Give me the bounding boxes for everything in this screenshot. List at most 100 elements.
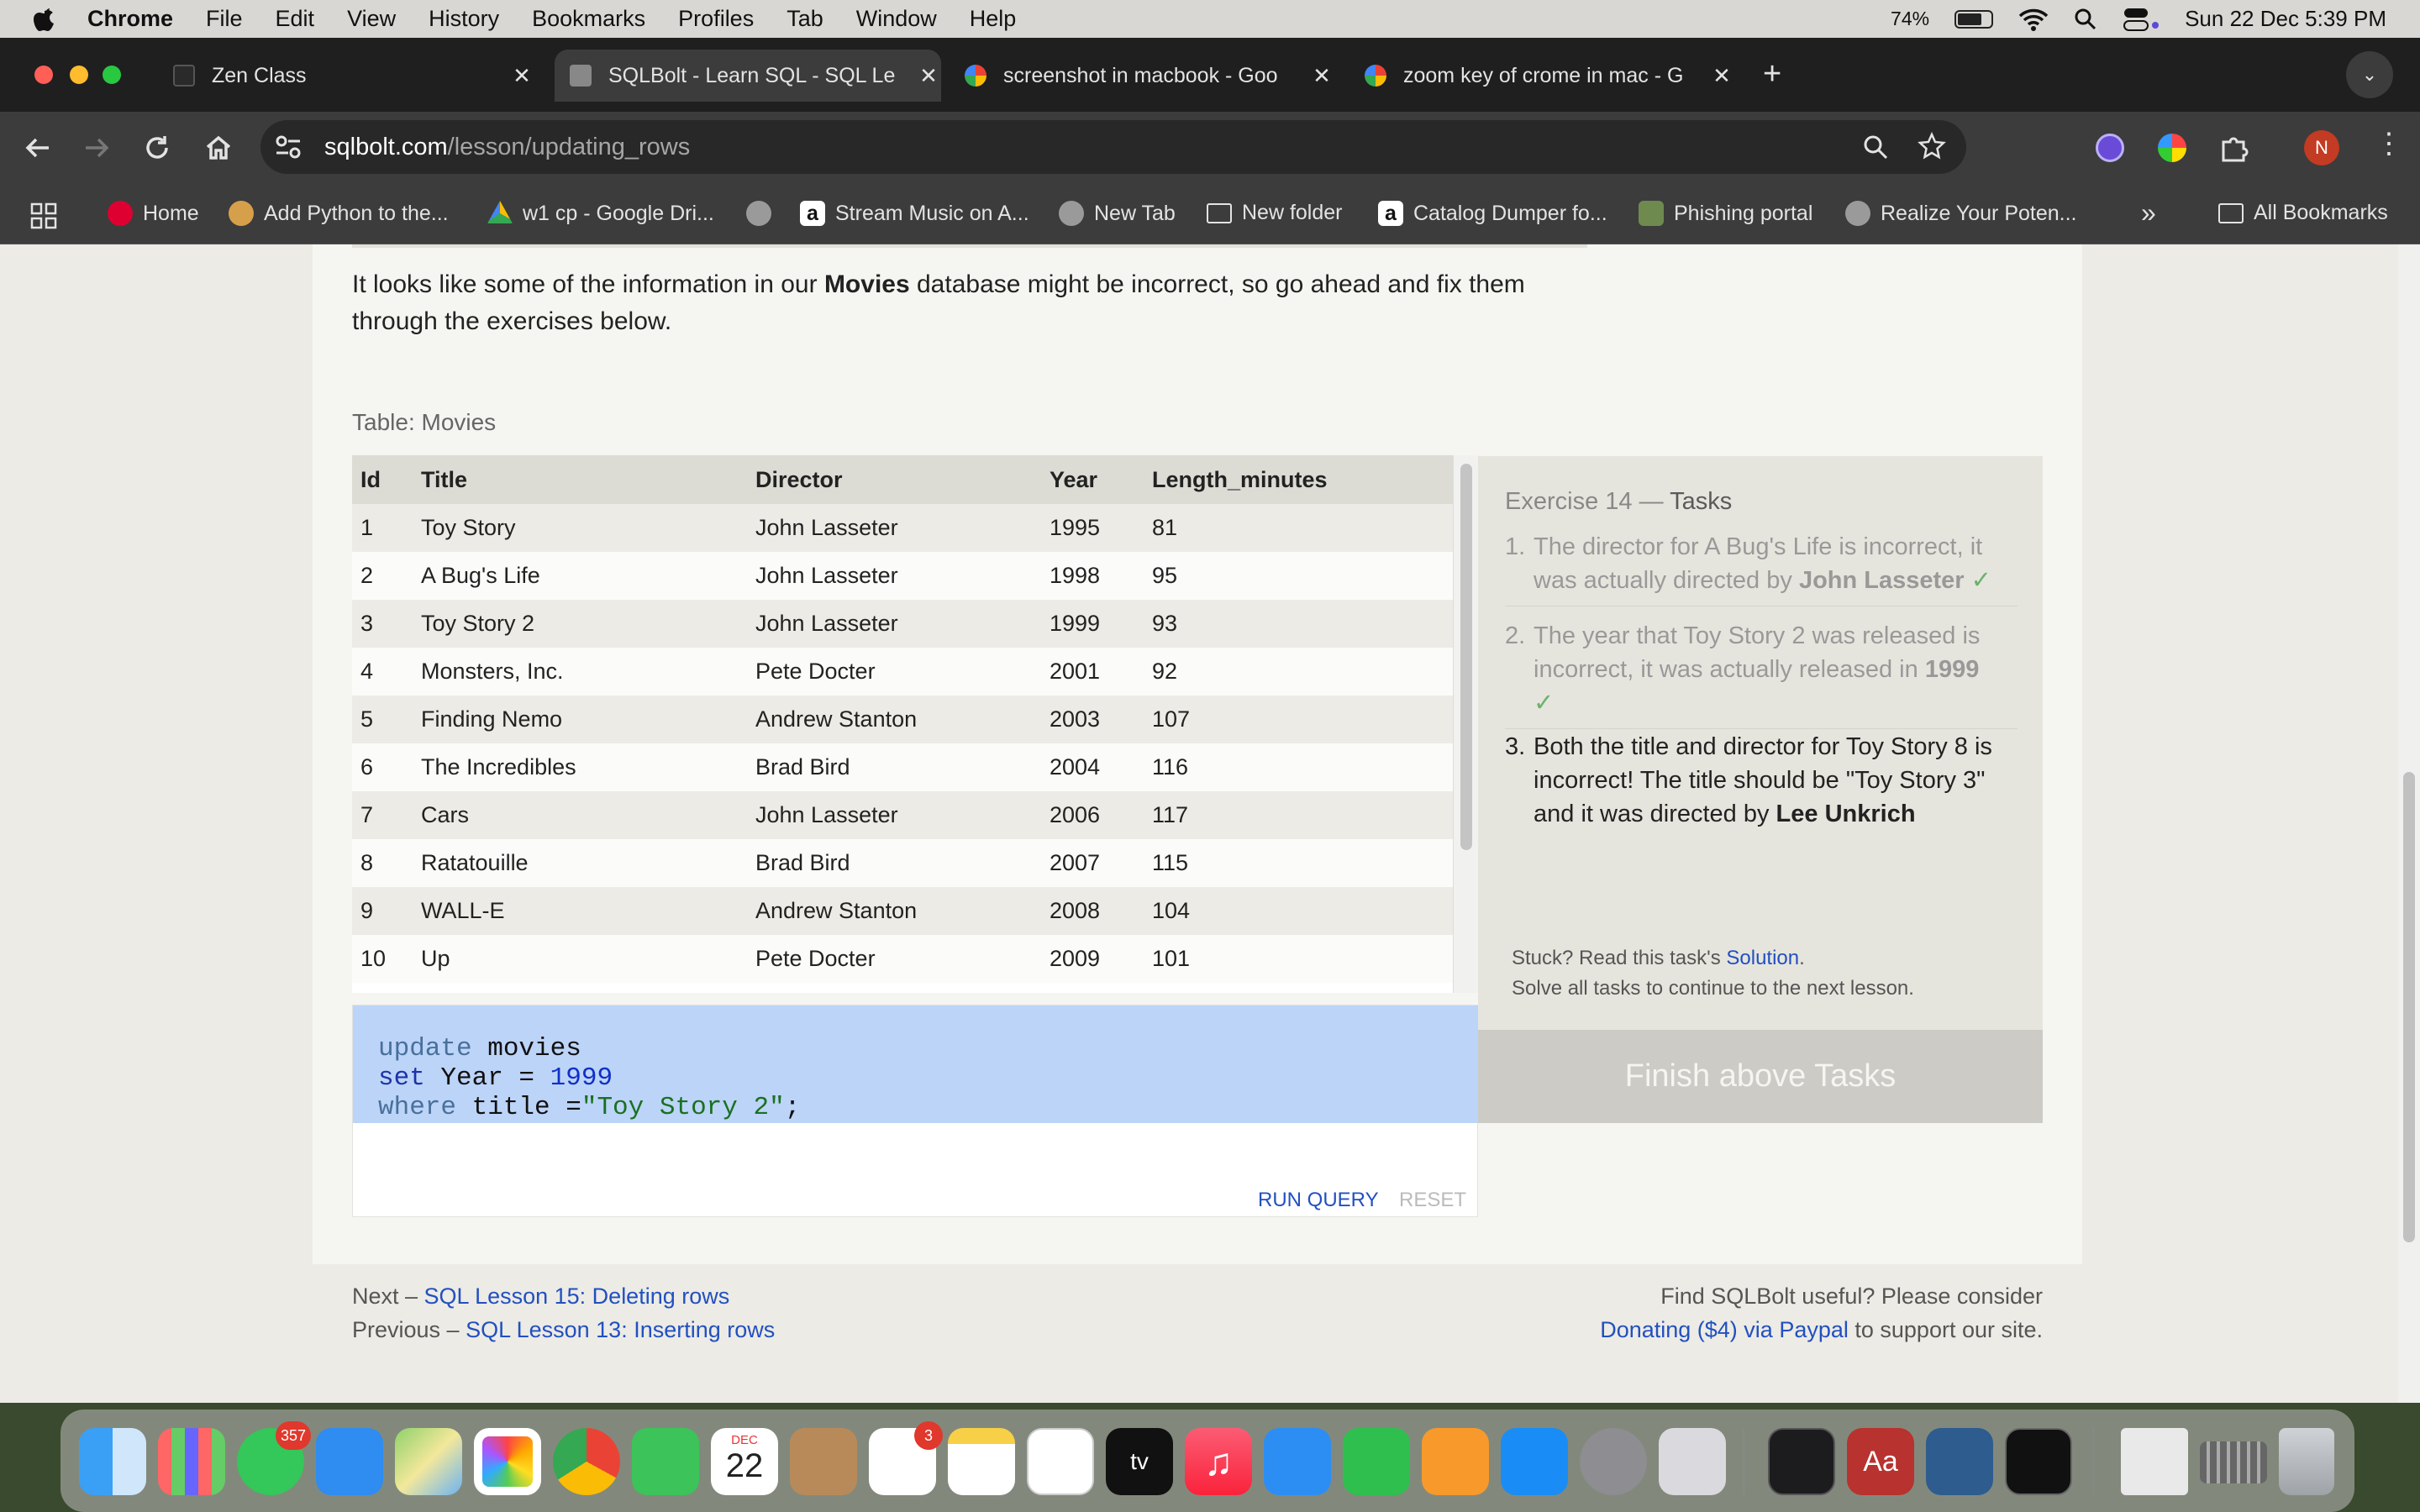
reminders-icon[interactable]: 3 (869, 1421, 943, 1495)
menubar-clock[interactable]: Sun 22 Dec 5:39 PM (2185, 6, 2386, 32)
numbers-icon[interactable] (1343, 1428, 1410, 1495)
zoom-magnifier-icon[interactable] (1862, 134, 1889, 160)
reload-icon[interactable] (143, 134, 171, 162)
solution-link[interactable]: Solution (1726, 947, 1799, 969)
freeform-icon[interactable] (1027, 1428, 1094, 1495)
tab-search-button[interactable]: ⌄ (2346, 51, 2393, 98)
menu-file[interactable]: File (206, 6, 243, 32)
query-editor[interactable]: update movies set Year = 1999 where titl… (352, 1005, 1479, 1217)
profile-avatar[interactable]: N (2304, 130, 2339, 165)
run-query-button[interactable]: RUN QUERY (1258, 1189, 1379, 1212)
extensions-puzzle-icon[interactable] (2218, 134, 2249, 164)
bookmark-w1-cp[interactable]: w1 cp - Google Dri... (487, 201, 714, 226)
more-bookmarks-chevron-icon[interactable]: » (2141, 197, 2156, 228)
tab-zen-class[interactable]: Zen Class ✕ (165, 50, 534, 102)
menu-profiles[interactable]: Profiles (678, 6, 754, 32)
close-tab-icon[interactable]: ✕ (509, 63, 534, 89)
bookmark-star-icon[interactable] (1918, 132, 1946, 160)
extension-purple-icon[interactable] (2096, 134, 2124, 162)
dictionary-icon[interactable]: Aa (1847, 1428, 1914, 1495)
music-icon[interactable]: ♫ (1185, 1428, 1252, 1495)
finish-tasks-button[interactable]: Finish above Tasks (1478, 1030, 2043, 1123)
iphone-mirroring-icon[interactable] (1659, 1428, 1726, 1495)
tab-zoom-search[interactable]: zoom key of crome in mac - G ✕ (1365, 50, 1734, 102)
menu-view[interactable]: View (347, 6, 396, 32)
next-lesson-link[interactable]: SQL Lesson 15: Deleting rows (424, 1284, 730, 1309)
window-close-button[interactable] (34, 66, 53, 84)
activity-monitor-icon[interactable] (1768, 1428, 1835, 1495)
menu-help[interactable]: Help (970, 6, 1017, 32)
cell-year: 2009 (1041, 935, 1144, 983)
new-tab-button[interactable]: + (1763, 56, 1781, 92)
facetime-icon[interactable] (632, 1428, 699, 1495)
apple-icon[interactable] (32, 5, 57, 34)
menu-tab[interactable]: Tab (786, 6, 823, 32)
window-zoom-button[interactable] (103, 66, 121, 84)
page-scrollbar[interactable] (2398, 244, 2420, 1403)
table-scrollbar[interactable] (1453, 455, 1478, 993)
scrollbar-thumb[interactable] (2403, 772, 2415, 1242)
bookmark-realize-potential[interactable]: Realize Your Poten... (1845, 201, 2077, 226)
menu-edit[interactable]: Edit (276, 6, 315, 32)
menu-app-chrome[interactable]: Chrome (87, 6, 173, 32)
calendar-icon[interactable]: DEC 22 (711, 1428, 778, 1495)
bookmark-globe[interactable] (746, 201, 771, 226)
close-tab-icon[interactable]: ✕ (916, 63, 941, 89)
contacts-icon[interactable] (790, 1428, 857, 1495)
query-code[interactable]: update movies set Year = 1999 where titl… (353, 1005, 1479, 1123)
apps-grid-icon[interactable] (30, 202, 57, 229)
tab-screenshot-search[interactable]: screenshot in macbook - Goo ✕ (965, 50, 1334, 102)
tab-sqlbolt[interactable]: SQLBolt - Learn SQL - SQL Le ✕ (555, 50, 941, 102)
notes-icon[interactable] (948, 1428, 1015, 1495)
bookmark-catalog-dumper[interactable]: a Catalog Dumper fo... (1378, 201, 1607, 226)
messages-icon[interactable]: 357 (237, 1421, 311, 1495)
keynote-icon[interactable] (1264, 1428, 1331, 1495)
previous-lesson-link[interactable]: SQL Lesson 13: Inserting rows (466, 1317, 775, 1342)
system-settings-icon[interactable] (1580, 1428, 1647, 1495)
trash-icon[interactable] (2279, 1428, 2334, 1495)
reset-button[interactable]: RESET (1399, 1189, 1466, 1212)
app-store-icon[interactable] (1501, 1428, 1568, 1495)
mail-icon[interactable] (316, 1428, 383, 1495)
site-info-icon[interactable] (274, 134, 302, 160)
window-minimize-button[interactable] (70, 66, 88, 84)
all-bookmarks[interactable]: All Bookmarks (2218, 201, 2388, 225)
terminal-icon[interactable] (2005, 1428, 2072, 1495)
scrollbar-thumb[interactable] (1460, 464, 1472, 850)
control-center-icon[interactable] (2123, 7, 2160, 32)
launchpad-icon[interactable] (158, 1428, 225, 1495)
spotlight-search-icon[interactable] (2074, 8, 2097, 31)
close-tab-icon[interactable]: ✕ (1309, 63, 1334, 89)
wifi-icon[interactable] (2018, 8, 2049, 31)
finder-icon[interactable] (79, 1428, 146, 1495)
bookmark-new-folder[interactable]: New folder (1207, 201, 1343, 225)
donate-link[interactable]: Donating ($4) via Paypal (1600, 1317, 1849, 1342)
extension-color-icon[interactable] (2158, 134, 2186, 162)
maps-icon[interactable] (395, 1428, 462, 1495)
forward-arrow-icon[interactable] (82, 134, 111, 162)
menu-window[interactable]: Window (856, 6, 937, 32)
bookmark-add-python[interactable]: Add Python to the... (229, 201, 449, 226)
movies-table-container[interactable]: Id Title Director Year Length_minutes 1T… (352, 455, 1478, 993)
bookmark-home[interactable]: Home (108, 201, 199, 226)
tab-title: zoom key of crome in mac - G (1403, 63, 1684, 87)
address-bar[interactable]: sqlbolt.com/lesson/updating_rows (260, 120, 1966, 174)
home-icon[interactable] (204, 134, 233, 162)
pages-icon[interactable] (1422, 1428, 1489, 1495)
menu-bookmarks[interactable]: Bookmarks (532, 6, 645, 32)
document-icon[interactable] (2121, 1428, 2188, 1495)
back-arrow-icon[interactable] (24, 134, 52, 162)
sqlbolt-favicon-icon (570, 65, 592, 87)
apple-tv-icon[interactable]: tv (1106, 1428, 1173, 1495)
mysql-workbench-icon[interactable] (1926, 1428, 1993, 1495)
keyboard-folder-icon[interactable] (2200, 1441, 2267, 1483)
battery-icon[interactable] (1954, 9, 1994, 29)
chrome-icon[interactable] (553, 1428, 620, 1495)
chrome-menu-icon[interactable]: ⋮ (2375, 127, 2403, 160)
bookmark-new-tab[interactable]: New Tab (1059, 201, 1176, 226)
close-tab-icon[interactable]: ✕ (1709, 63, 1734, 89)
bookmark-phishing-portal[interactable]: Phishing portal (1639, 201, 1812, 226)
bookmark-stream-music[interactable]: a Stream Music on A... (800, 201, 1029, 226)
menu-history[interactable]: History (429, 6, 499, 32)
photos-icon[interactable] (474, 1428, 541, 1495)
